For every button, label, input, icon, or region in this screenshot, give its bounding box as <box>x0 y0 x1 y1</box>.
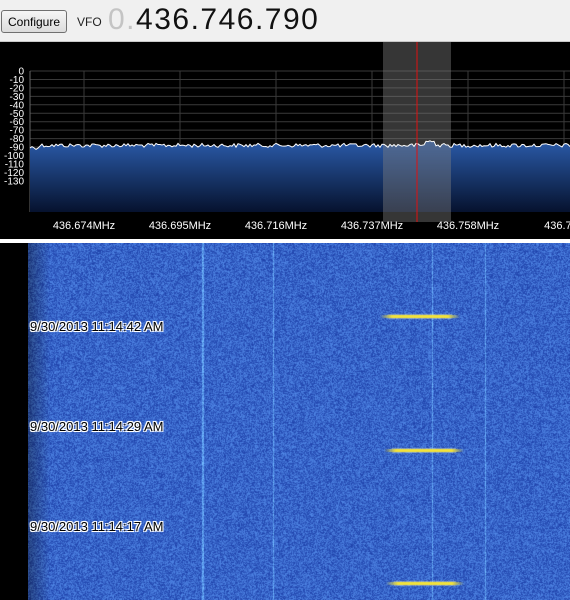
configure-button[interactable]: Configure <box>1 10 67 33</box>
frequency-label: 436.758MHz <box>437 220 499 232</box>
waterfall-display[interactable]: 9/30/2013 11:14:42 AM 9/30/2013 11:14:29… <box>0 243 570 600</box>
frequency-label: 436.695MHz <box>149 220 211 232</box>
waterfall-timestamp: 9/30/2013 11:14:42 AM <box>30 319 164 334</box>
vfo-frequency-value: 436.746.790 <box>136 3 320 36</box>
spectrum-analyzer[interactable]: 0 -10 -20 -30 -40 -50 -60 -70 -80 -90 -100 -110 -120… <box>0 42 570 239</box>
vfo-frequency-display[interactable]: 0.436.746.790 <box>108 3 319 37</box>
db-axis: 0-10-20-30-40-50-60-70-80-90-100-110-120… <box>4 67 24 188</box>
waterfall-timestamp: 9/30/2013 11:14:29 AM <box>30 419 164 434</box>
vfo-label: VFO <box>77 15 102 29</box>
frequency-label: 436.779 <box>544 220 570 232</box>
frequency-label: 436.716MHz <box>245 220 307 232</box>
frequency-label: 436.674MHz <box>53 220 115 232</box>
vfo-leading-digit: 0. <box>108 3 137 36</box>
spectrum-fill <box>30 140 570 212</box>
waterfall-timestamp: 9/30/2013 11:14:17 AM <box>30 519 164 534</box>
frequency-axis: 436.674MHz 436.695MHz 436.716MHz 436.737MHz… <box>53 220 570 232</box>
toolbar: Configure VFO 0.436.746.790 <box>0 0 570 42</box>
db-tick-label: -130 <box>4 176 24 187</box>
frequency-label: 436.737MHz <box>341 220 403 232</box>
spectrum-plot[interactable]: 0-10-20-30-40-50-60-70-80-90-100-110-120… <box>0 42 570 239</box>
